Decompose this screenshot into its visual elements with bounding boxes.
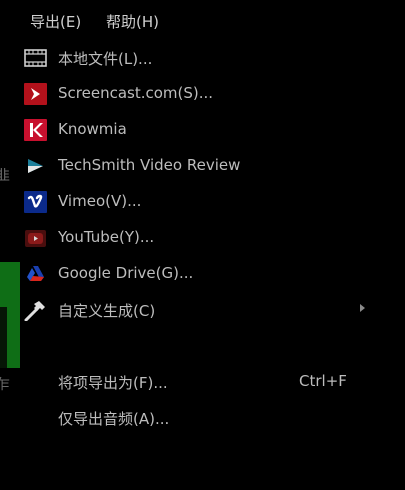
menu-item-label: TechSmith Video Review xyxy=(58,156,241,174)
film-icon xyxy=(24,48,47,68)
google-drive-icon xyxy=(24,264,47,284)
menu-item-video-review[interactable]: TechSmith Video Review xyxy=(0,148,405,184)
hammer-icon xyxy=(24,300,47,322)
menu-item-label: 仅导出音频(A)... xyxy=(58,410,170,428)
screencast-icon xyxy=(24,83,47,105)
knowmia-icon xyxy=(24,119,47,141)
menu-item-label: Screencast.com(S)... xyxy=(58,84,214,102)
menu-item-label: YouTube(Y)... xyxy=(58,228,155,246)
menu-export[interactable]: 导出(E) xyxy=(30,11,81,32)
menu-item-knowmia[interactable]: Knowmia xyxy=(0,112,405,148)
menu-item-label: 自定义生成(C) xyxy=(58,302,156,320)
menu-item-label: Google Drive(G)... xyxy=(58,264,194,282)
menu-item-label: Knowmia xyxy=(58,120,127,138)
menu-item-export-item-as[interactable]: 将项导出为(F)... Ctrl+F xyxy=(0,364,405,400)
menu-item-label: 将项导出为(F)... xyxy=(58,374,168,392)
menu-item-shortcut: Ctrl+F xyxy=(299,372,347,390)
submenu-arrow-icon xyxy=(360,304,365,312)
menu-item-screencast[interactable]: Screencast.com(S)... xyxy=(0,76,405,112)
menu-item-custom-production[interactable]: 自定义生成(C) xyxy=(0,292,405,328)
menu-bar: ) 导出(E) 帮助(H) xyxy=(0,0,405,40)
menu-item-local-file[interactable]: 本地文件(L)... xyxy=(0,40,405,76)
menu-item-label: 本地文件(L)... xyxy=(58,50,153,68)
menu-item-youtube[interactable]: YouTube(Y)... xyxy=(0,220,405,256)
video-review-icon xyxy=(24,156,47,176)
menu-item-label: Vimeo(V)... xyxy=(58,192,142,210)
menu-item-vimeo[interactable]: Vimeo(V)... xyxy=(0,184,405,220)
menu-item-export-audio-only[interactable]: 仅导出音频(A)... xyxy=(0,400,405,436)
vimeo-icon xyxy=(24,191,47,213)
menu-item-google-drive[interactable]: Google Drive(G)... xyxy=(0,256,405,292)
menu-help[interactable]: 帮助(H) xyxy=(106,11,159,32)
youtube-icon xyxy=(24,228,47,248)
